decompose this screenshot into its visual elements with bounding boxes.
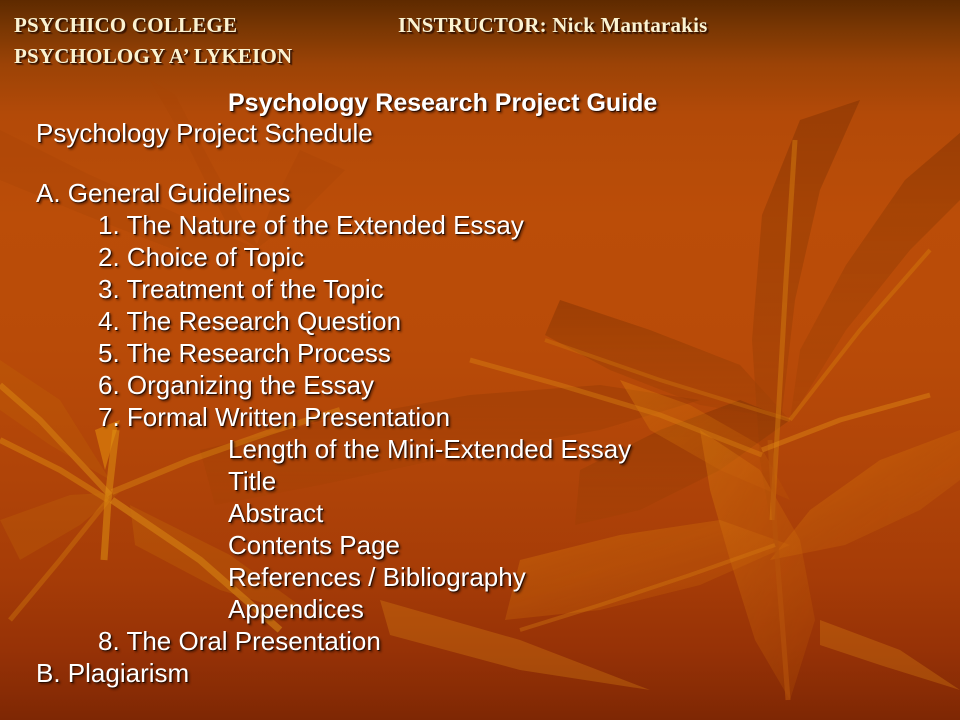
slide-subtitle: Psychology Project Schedule — [36, 118, 373, 148]
outline-item: A. General Guidelines — [36, 178, 291, 208]
outline-item: 1. The Nature of the Extended Essay — [98, 210, 524, 240]
header-instructor: INSTRUCTOR: Nick Mantarakis — [398, 13, 708, 37]
outline-item: 7. Formal Written Presentation — [98, 402, 451, 432]
outline-item: Appendices — [228, 594, 364, 624]
outline-item: Title — [228, 466, 277, 496]
outline-item: B. Plagiarism — [36, 658, 190, 688]
outline-item: Contents Page — [228, 530, 401, 560]
header-department: PSYCHOLOGY A’ LYKEION — [14, 44, 293, 68]
slide-title: Psychology Research Project Guide — [228, 89, 658, 117]
slide-text-layer: PSYCHICO COLLEGE INSTRUCTOR: Nick Mantar… — [0, 0, 960, 720]
outline-item: 3. Treatment of the Topic — [98, 274, 384, 304]
outline-item: 6. Organizing the Essay — [98, 370, 375, 400]
outline-item: 2. Choice of Topic — [98, 242, 305, 272]
outline-item: Length of the Mini-Extended Essay — [228, 434, 632, 464]
outline-item: 4. The Research Question — [98, 306, 402, 336]
outline-item: References / Bibliography — [228, 562, 526, 592]
outline-item: 5. The Research Process — [98, 338, 391, 368]
presentation-slide: PSYCHICO COLLEGE INSTRUCTOR: Nick Mantar… — [0, 0, 960, 720]
header-college: PSYCHICO COLLEGE — [14, 13, 238, 37]
outline-item: 8. The Oral Presentation — [98, 626, 381, 656]
outline-item: Abstract — [228, 498, 324, 528]
